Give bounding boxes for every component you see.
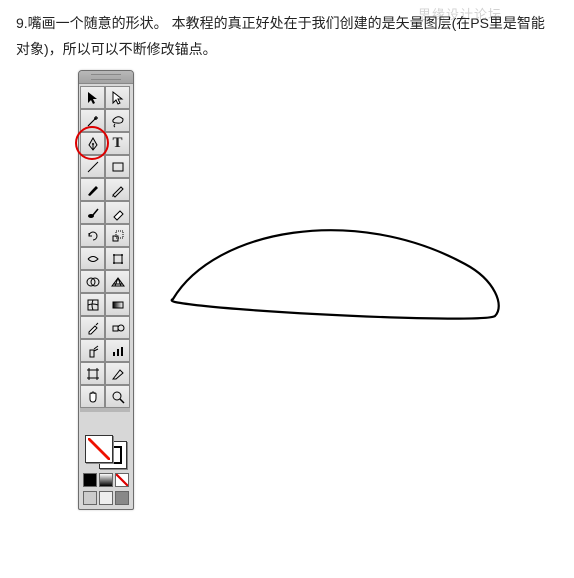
no-fill-icon [88, 438, 110, 460]
illustration-area: T [0, 70, 574, 540]
eraser-tool[interactable] [105, 201, 130, 224]
panel-divider [80, 408, 130, 412]
color-swatch-zone [79, 432, 133, 509]
zoom-icon [110, 389, 126, 405]
screen-mode-row [83, 491, 129, 505]
mesh-tool[interactable] [80, 293, 105, 316]
arrow-cursor-icon [85, 90, 101, 106]
width-icon [85, 251, 101, 267]
perspective-grid-tool[interactable] [105, 270, 130, 293]
direct-selection-tool[interactable] [105, 86, 130, 109]
symbol-sprayer-tool[interactable] [80, 339, 105, 362]
rotate-tool[interactable] [80, 224, 105, 247]
gradient-tool[interactable] [105, 293, 130, 316]
tool-grid: T [79, 84, 133, 432]
fill-stroke-swatch[interactable] [85, 435, 127, 469]
arrow-hollow-icon [110, 90, 126, 106]
eyedropper-icon [85, 320, 101, 336]
rectangle-tool[interactable] [105, 155, 130, 178]
tools-panel: T [78, 70, 134, 510]
pencil-icon [110, 182, 126, 198]
paintbrush-tool[interactable] [80, 178, 105, 201]
type-tool[interactable]: T [105, 132, 130, 155]
slice-icon [110, 366, 126, 382]
blob-brush-tool[interactable] [80, 201, 105, 224]
rotate-icon [85, 228, 101, 244]
artboard-tool[interactable] [80, 362, 105, 385]
line-segment-tool[interactable] [80, 155, 105, 178]
pen-tool[interactable] [80, 132, 105, 155]
selection-tool[interactable] [80, 86, 105, 109]
color-mode-row [83, 473, 129, 487]
line-icon [85, 159, 101, 175]
presentation-mode[interactable] [115, 491, 129, 505]
lasso-tool[interactable] [105, 109, 130, 132]
hand-tool[interactable] [80, 385, 105, 408]
shape-builder-tool[interactable] [80, 270, 105, 293]
grip-icon [91, 74, 121, 80]
panel-drag-header[interactable] [79, 71, 133, 84]
wand-icon [85, 113, 101, 129]
column-graph-tool[interactable] [105, 339, 130, 362]
eraser-icon [110, 205, 126, 221]
blend-icon [110, 320, 126, 336]
solid-color-mode[interactable] [83, 473, 97, 487]
normal-screen-mode[interactable] [83, 491, 97, 505]
spray-icon [85, 343, 101, 359]
type-icon: T [112, 135, 122, 152]
full-screen-mode[interactable] [99, 491, 113, 505]
fill-swatch[interactable] [85, 435, 113, 463]
blend-tool[interactable] [105, 316, 130, 339]
rectangle-icon [110, 159, 126, 175]
watermark-text: 思缘设计论坛 [418, 4, 502, 23]
width-tool[interactable] [80, 247, 105, 270]
vector-path [172, 230, 499, 318]
gradient-icon [110, 297, 126, 313]
brush-icon [85, 182, 101, 198]
mesh-icon [85, 297, 101, 313]
shapebuilder-icon [85, 274, 101, 290]
pencil-tool[interactable] [105, 178, 130, 201]
pen-nib-icon [85, 136, 101, 152]
zoom-tool[interactable] [105, 385, 130, 408]
transform-icon [110, 251, 126, 267]
blob-icon [85, 205, 101, 221]
slice-tool[interactable] [105, 362, 130, 385]
scale-icon [110, 228, 126, 244]
perspective-icon [110, 274, 126, 290]
lasso-icon [110, 113, 126, 129]
none-color-mode[interactable] [115, 473, 129, 487]
drawn-mouth-shape [165, 214, 509, 334]
graph-icon [110, 343, 126, 359]
hand-icon [85, 389, 101, 405]
gradient-mode[interactable] [99, 473, 113, 487]
free-transform-tool[interactable] [105, 247, 130, 270]
eyedropper-tool[interactable] [80, 316, 105, 339]
magic-wand-tool[interactable] [80, 109, 105, 132]
artboard-icon [85, 366, 101, 382]
scale-tool[interactable] [105, 224, 130, 247]
